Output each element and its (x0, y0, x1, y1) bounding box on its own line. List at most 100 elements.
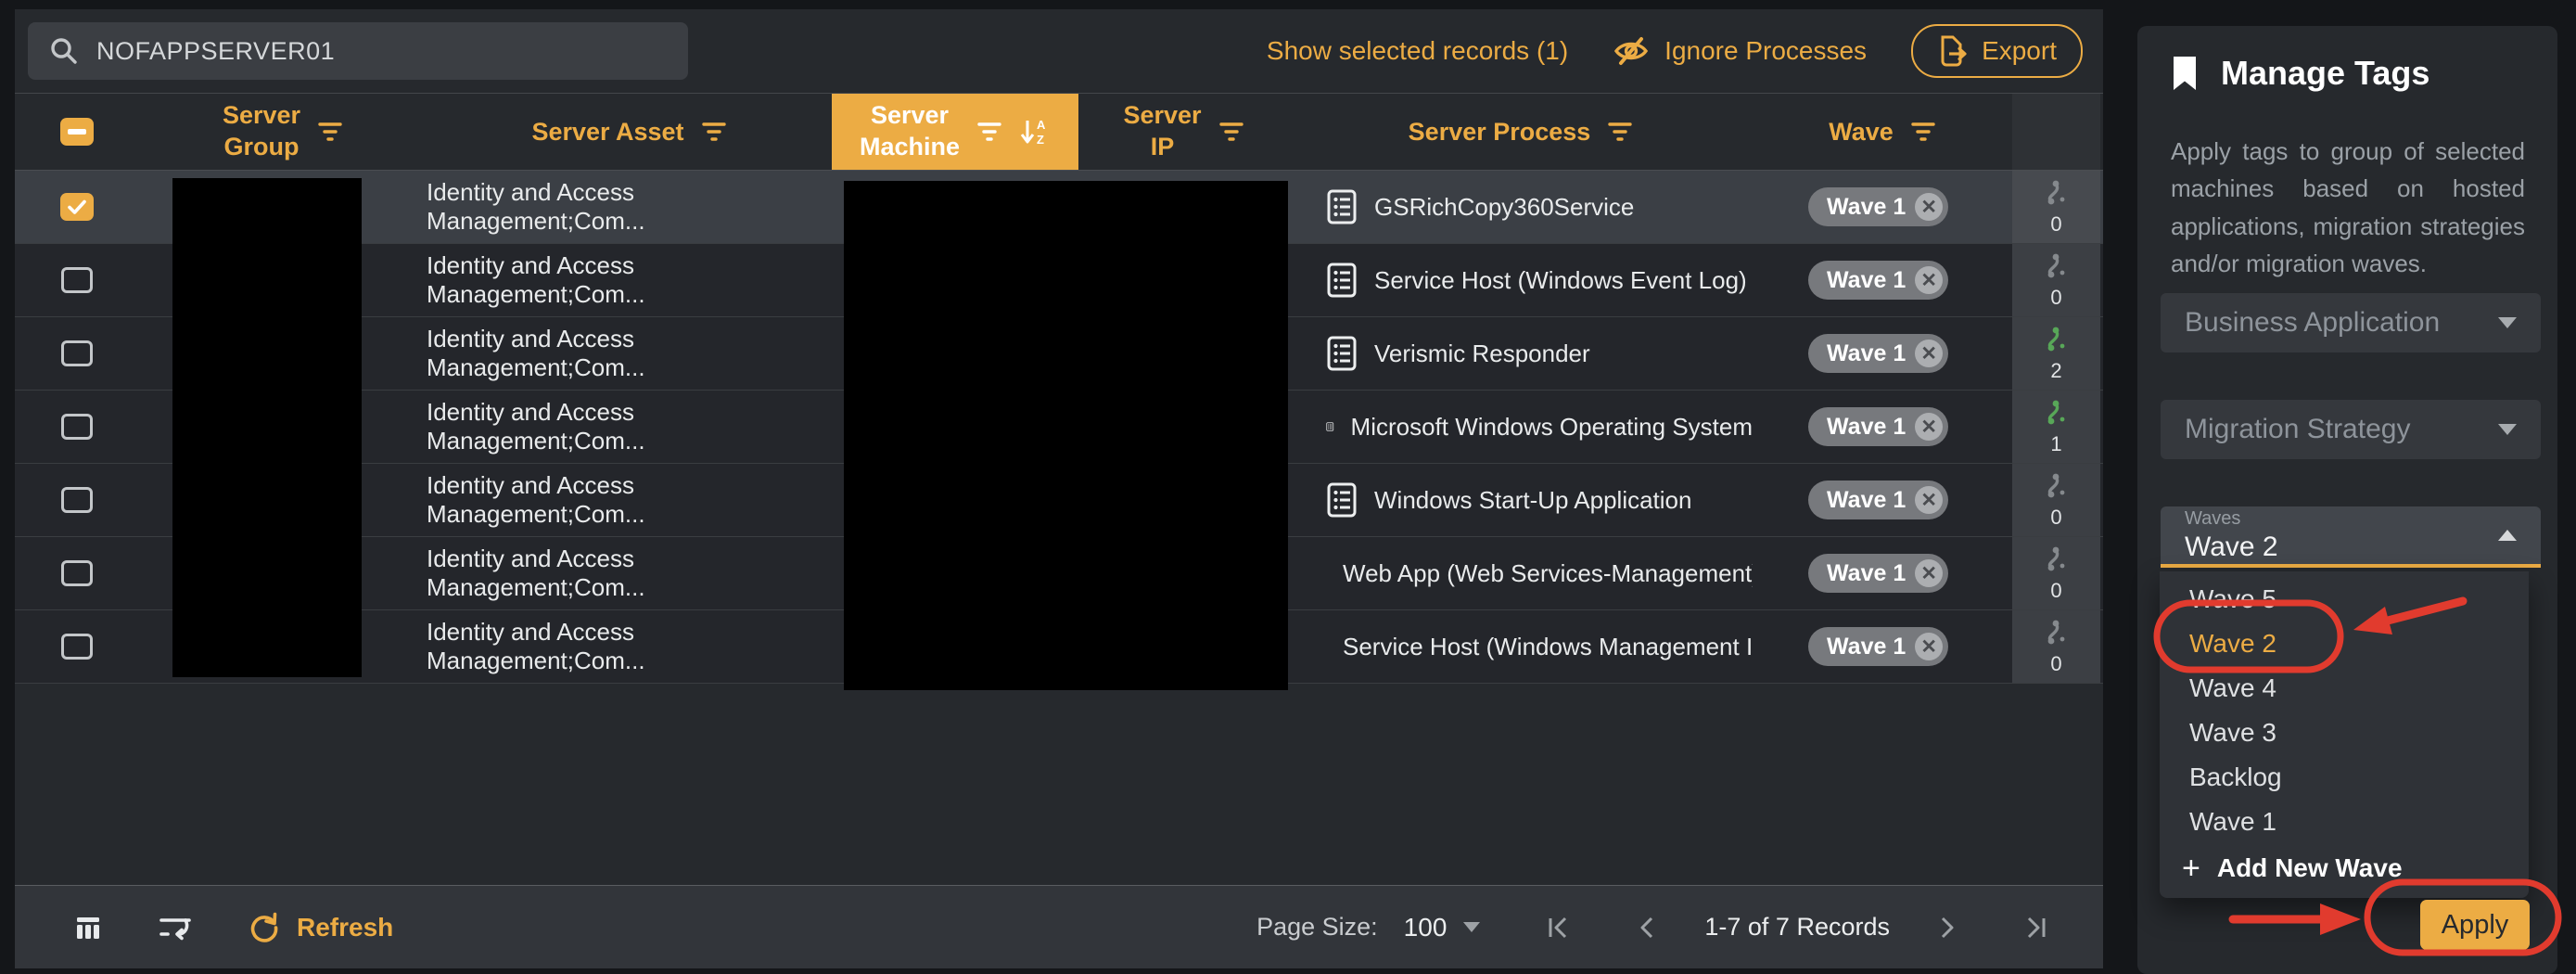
eye-off-icon (1613, 34, 1650, 68)
row-checkbox[interactable] (61, 414, 93, 440)
header-server-process[interactable]: Server Process (1289, 94, 1753, 170)
chevron-down-icon (2498, 317, 2517, 328)
ignore-processes-label: Ignore Processes (1664, 36, 1867, 66)
migration-strategy-select[interactable]: Migration Strategy (2161, 400, 2541, 459)
remove-wave-icon[interactable]: ✕ (1915, 559, 1943, 587)
server-process-cell: GSRichCopy360Service (1289, 171, 1753, 243)
remove-wave-icon[interactable]: ✕ (1915, 633, 1943, 660)
table-footer: Refresh Page Size: 100 1-7 of 7 Records (15, 885, 2103, 968)
next-page-button[interactable] (1938, 914, 1957, 942)
apply-button[interactable]: Apply (2420, 900, 2530, 950)
show-selected-records-link[interactable]: Show selected records (1) (1267, 36, 1568, 66)
apps-count: 0 (2050, 579, 2061, 603)
remove-wave-icon[interactable]: ✕ (1915, 413, 1943, 441)
server-asset-cell: Identity and Access Management;Com... (427, 244, 832, 316)
redacted-server-group-column (172, 178, 362, 677)
row-checkbox[interactable] (61, 560, 93, 586)
search-input[interactable] (96, 37, 653, 66)
refresh-button[interactable]: Refresh (247, 910, 393, 945)
process-name: GSRichCopy360Service (1374, 193, 1634, 222)
wave-option-wave4[interactable]: Wave 4 (2160, 666, 2529, 711)
server-asset-cell: Identity and Access Management;Com... (427, 610, 832, 683)
bookmark-icon (2171, 55, 2199, 92)
row-checkbox[interactable] (61, 340, 93, 366)
panel-title: Manage Tags (2221, 54, 2429, 93)
page-size-value[interactable]: 100 (1404, 913, 1447, 942)
apps-count-cell: 0 (2012, 537, 2100, 609)
row-checkbox-cell (15, 317, 139, 390)
filter-icon[interactable] (976, 122, 1002, 142)
sort-az-icon[interactable]: AZ (1019, 117, 1051, 147)
wave-option-wave2[interactable]: Wave 2 (2160, 622, 2529, 666)
remove-wave-icon[interactable]: ✕ (1915, 486, 1943, 514)
process-icon (1326, 188, 1358, 225)
select-all-checkbox[interactable] (60, 118, 94, 146)
filter-icon[interactable] (1607, 122, 1633, 142)
row-checkbox[interactable] (61, 267, 93, 293)
row-checkbox-cell (15, 464, 139, 536)
wave-badge: Wave 1✕ (1808, 627, 1948, 666)
header-server-ip[interactable]: ServerIP (1078, 94, 1289, 170)
header-server-machine[interactable]: ServerMachine AZ (832, 94, 1078, 170)
wrap-text-icon[interactable] (158, 912, 193, 943)
business-application-select[interactable]: Business Application (2161, 293, 2541, 352)
wave-option-backlog[interactable]: Backlog (2160, 755, 2529, 800)
remove-wave-icon[interactable]: ✕ (1915, 266, 1943, 294)
plus-icon: + (2182, 851, 2200, 887)
server-asset-cell: Identity and Access Management;Com... (427, 537, 832, 609)
waves-select[interactable]: Waves Wave 2 (2161, 506, 2541, 568)
linked-apps-icon (2043, 617, 2071, 647)
linked-apps-icon (2043, 544, 2071, 573)
header-server-asset[interactable]: Server Asset (427, 94, 832, 170)
refresh-icon (247, 910, 282, 945)
apps-count: 1 (2050, 432, 2061, 456)
manage-tags-panel: Manage Tags Apply tags to group of selec… (2137, 26, 2557, 974)
search-icon (48, 35, 80, 67)
row-checkbox[interactable] (61, 634, 93, 660)
wave-badge: Wave 1✕ (1808, 481, 1948, 519)
columns-icon[interactable] (72, 912, 104, 943)
page-size-label: Page Size: (1256, 913, 1378, 942)
last-page-button[interactable] (2023, 914, 2047, 942)
page-size-caret-icon[interactable] (1463, 922, 1480, 932)
linked-apps-icon (2043, 177, 2071, 207)
row-checkbox-cell (15, 171, 139, 243)
server-process-cell: Windows Start-Up Application (1289, 464, 1753, 536)
header-apps-count (2012, 94, 2100, 170)
apps-count: 0 (2050, 286, 2061, 310)
row-checkbox-checked[interactable] (60, 193, 94, 221)
table-header-row: ServerGroup Server Asset ServerMachine A… (15, 93, 2103, 171)
previous-page-button[interactable] (1638, 914, 1656, 942)
search-box[interactable] (28, 22, 688, 80)
table-empty-area (15, 684, 2103, 885)
chevron-up-icon (2498, 530, 2517, 541)
process-name: Windows Start-Up Application (1374, 486, 1691, 515)
first-page-button[interactable] (1547, 914, 1571, 942)
wave-option-wave5[interactable]: Wave 5 (2160, 577, 2529, 622)
redacted-server-machine-ip-columns (844, 181, 1288, 690)
wave-option-wave1[interactable]: Wave 1 (2160, 800, 2529, 844)
header-server-group[interactable]: ServerGroup (139, 94, 427, 170)
row-checkbox-cell (15, 537, 139, 609)
filter-icon[interactable] (317, 122, 343, 142)
add-new-wave-button[interactable]: + Add New Wave (2160, 844, 2529, 892)
remove-wave-icon[interactable]: ✕ (1915, 340, 1943, 367)
filter-icon[interactable] (1910, 122, 1936, 142)
wave-option-wave3[interactable]: Wave 3 (2160, 711, 2529, 755)
header-wave[interactable]: Wave (1753, 94, 2012, 170)
process-name: Web App (Web Services-Management) (1343, 559, 1753, 588)
wave-cell: Wave 1✕ (1753, 537, 2012, 609)
filter-icon[interactable] (1218, 122, 1244, 142)
linked-apps-icon (2043, 397, 2071, 427)
server-asset-cell: Identity and Access Management;Com... (427, 391, 832, 463)
filter-icon[interactable] (701, 122, 727, 142)
table-toolbar: Show selected records (1) Ignore Process… (15, 9, 2103, 93)
wave-cell: Wave 1✕ (1753, 171, 2012, 243)
remove-wave-icon[interactable]: ✕ (1915, 193, 1943, 221)
apps-count-cell: 0 (2012, 171, 2100, 243)
row-checkbox[interactable] (61, 487, 93, 513)
ignore-processes-button[interactable]: Ignore Processes (1613, 34, 1867, 68)
process-icon (1326, 262, 1358, 299)
export-button[interactable]: Export (1911, 24, 2083, 78)
server-process-cell: Verismic Responder (1289, 317, 1753, 390)
